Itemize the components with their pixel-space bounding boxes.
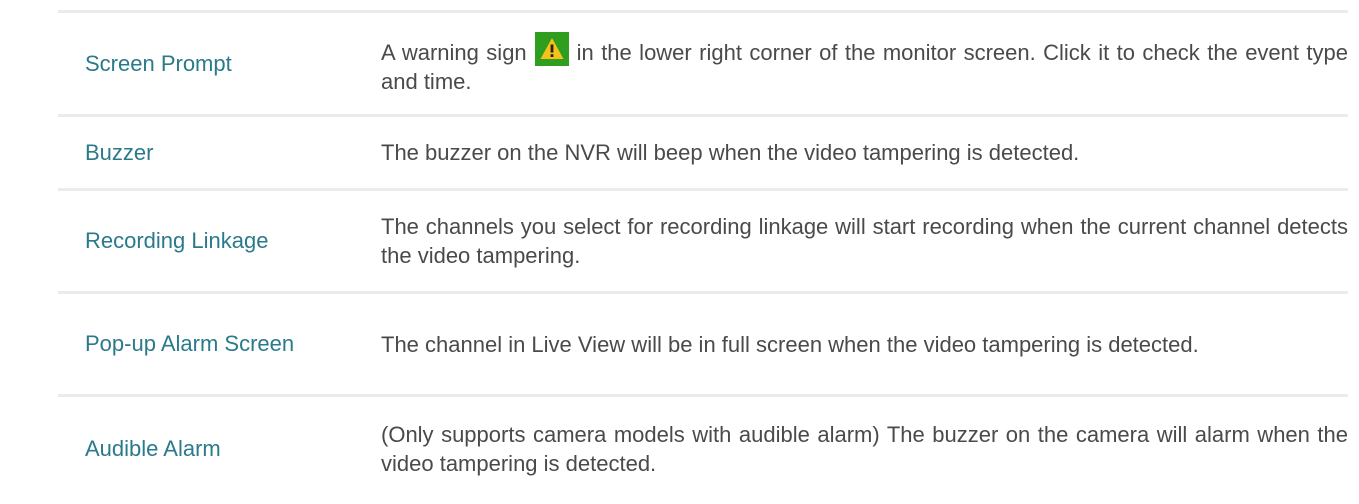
row-description: The channel in Live View will be in full… bbox=[381, 331, 1199, 357]
alarm-actions-table: Screen Prompt A warning sign in the lower… bbox=[58, 10, 1348, 501]
row-label: Buzzer bbox=[85, 139, 154, 165]
table-row-recording-linkage: Recording Linkage The channels you selec… bbox=[58, 191, 1348, 291]
row-description: (Only supports camera models with audibl… bbox=[381, 422, 1348, 476]
table-row-popup-alarm-screen: Pop-up Alarm Screen The channel in Live … bbox=[58, 294, 1348, 394]
table-row-screen-prompt: Screen Prompt A warning sign in the lower… bbox=[58, 13, 1348, 114]
row-label: Pop-up Alarm Screen bbox=[85, 331, 295, 356]
row-label: Audible Alarm bbox=[85, 436, 221, 461]
warning-icon bbox=[534, 31, 569, 66]
row-description: A warning sign in the lower right corner … bbox=[381, 31, 1348, 96]
row-description: The buzzer on the NVR will beep when the… bbox=[381, 140, 1080, 165]
row-label: Recording Linkage bbox=[85, 228, 269, 253]
table-row-audible-alarm: Audible Alarm (Only supports camera mode… bbox=[58, 397, 1348, 501]
row-description: The channels you select for recording li… bbox=[381, 214, 1348, 268]
table-row-buzzer: Buzzer The buzzer on the NVR will beep w… bbox=[58, 117, 1348, 188]
description-text-before: A warning sign bbox=[381, 39, 527, 65]
row-label: Screen Prompt bbox=[85, 50, 232, 76]
